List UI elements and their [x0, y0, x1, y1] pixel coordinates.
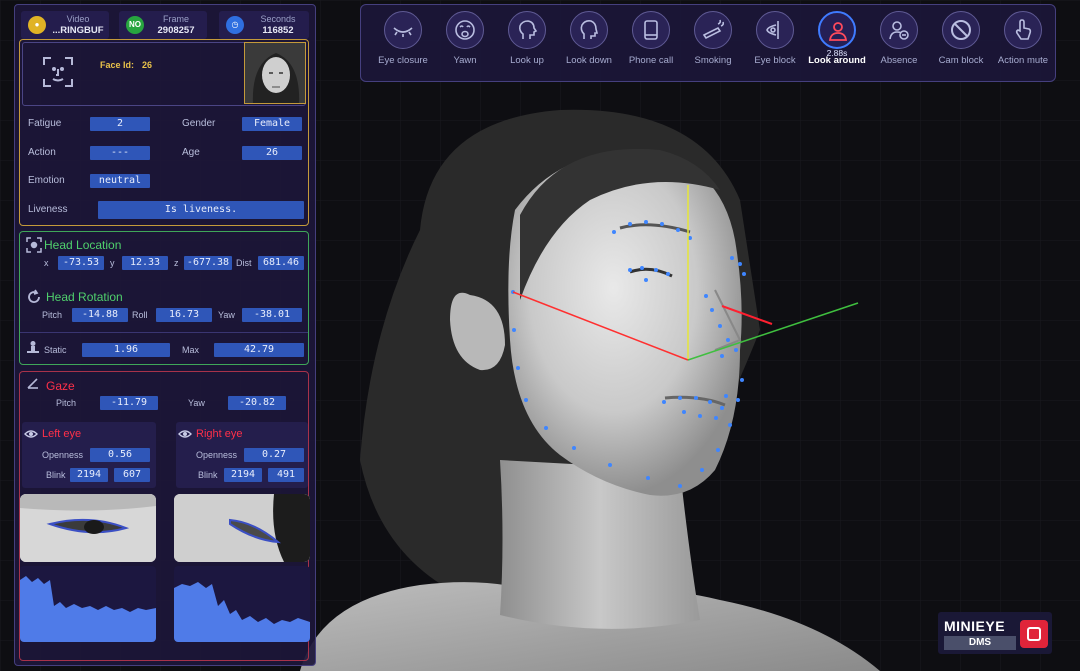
logo-icon [1020, 620, 1048, 648]
alert-toolbar: Eye closure Yawn Look up Look down Phone… [360, 4, 1056, 82]
right-eye-blink-count: 2194 [224, 468, 262, 482]
fatigue-value: 2 [90, 117, 150, 131]
head-x-value: -73.53 [58, 256, 104, 270]
head-y-value: 12.33 [122, 256, 168, 270]
eye-block-icon [766, 21, 779, 39]
toolbar-item-cam-block[interactable]: Cam block [929, 11, 993, 77]
no-sign-icon [951, 20, 971, 40]
action-value: --- [90, 146, 150, 160]
yawn-icon [455, 20, 475, 40]
emotion-value: neutral [90, 174, 150, 188]
brand-logo: MINIEYE DMS [938, 612, 1052, 654]
toolbar-item-look-up[interactable]: Look up [495, 11, 559, 77]
toolbar-item-action-mute[interactable]: Action mute [991, 11, 1055, 77]
right-eye-openness-value: 0.27 [244, 448, 304, 462]
eye-icon [178, 430, 192, 438]
divider [20, 332, 308, 333]
toolbar-item-phone-call[interactable]: Phone call [619, 11, 683, 77]
face-scan-icon [43, 57, 73, 87]
left-eye-openness-value: 0.56 [90, 448, 150, 462]
toolbar-item-eye-block[interactable]: Eye block [743, 11, 807, 77]
right-eye-crop [174, 494, 310, 562]
left-eye-openness-graph [20, 566, 156, 642]
age-value: 26 [242, 146, 302, 160]
rotation-icon [28, 289, 40, 303]
eye-closed-icon [393, 27, 413, 37]
gaze-yaw-value: -20.82 [228, 396, 286, 410]
seconds-stat: ◷ Seconds 116852 [219, 11, 309, 39]
brand-name: MINIEYE [944, 618, 1006, 634]
gaze-angle-icon [27, 378, 38, 389]
eye-icon [24, 430, 38, 438]
left-eye-crop [20, 494, 156, 562]
right-eye-openness-graph [174, 566, 310, 642]
head-z-value: -677.38 [184, 256, 232, 270]
head-pitch-value: -14.88 [72, 308, 128, 322]
head-dist-value: 681.46 [258, 256, 304, 270]
toolbar-item-absence[interactable]: Absence [867, 11, 931, 77]
phone-icon [644, 20, 658, 40]
absence-icon [889, 21, 909, 40]
gender-value: Female [242, 117, 302, 131]
max-value: 42.79 [214, 343, 304, 357]
toolbar-item-smoking[interactable]: Smoking [681, 11, 745, 77]
cigarette-icon [702, 19, 724, 40]
toolbar-item-yawn[interactable]: Yawn [433, 11, 497, 77]
toolbar-item-look-down[interactable]: Look down [557, 11, 621, 77]
info-panel: ● Video ...RINGBUF NO Frame 2908257 ◷ Se… [14, 4, 316, 666]
video-stat: ● Video ...RINGBUF [21, 11, 109, 39]
hand-icon [1015, 19, 1032, 40]
left-eye-blink-duration: 607 [114, 468, 150, 482]
head-up-icon [519, 20, 538, 39]
head-down-icon [580, 20, 599, 39]
head-pose-box: Head Location x -73.53 y 12.33 z -677.38… [19, 231, 309, 365]
brand-product: DMS [944, 636, 1016, 650]
toolbar-item-look-around[interactable]: 2.88s Look around [805, 11, 869, 77]
right-eye-blink-duration: 491 [268, 468, 304, 482]
head-yaw-value: -38.01 [242, 308, 302, 322]
liveness-value: Is liveness. [98, 201, 304, 219]
person-icon [828, 22, 848, 41]
head-roll-value: 16.73 [156, 308, 212, 322]
gaze-pitch-value: -11.79 [100, 396, 158, 410]
gaze-box: Gaze Pitch -11.79 Yaw -20.82 Left eye Op… [19, 371, 310, 661]
left-eye-blink-count: 2194 [70, 468, 108, 482]
face-attributes-box: Face Id: 26 Fatigue 2 Gender Female Acti… [19, 39, 309, 226]
location-icon [26, 237, 42, 253]
frame-stat: NO Frame 2908257 [119, 11, 207, 39]
toolbar-item-eye-closure[interactable]: Eye closure [371, 11, 435, 77]
static-value: 1.96 [82, 343, 170, 357]
face-thumbnail [244, 42, 306, 104]
static-person-icon [27, 341, 39, 353]
